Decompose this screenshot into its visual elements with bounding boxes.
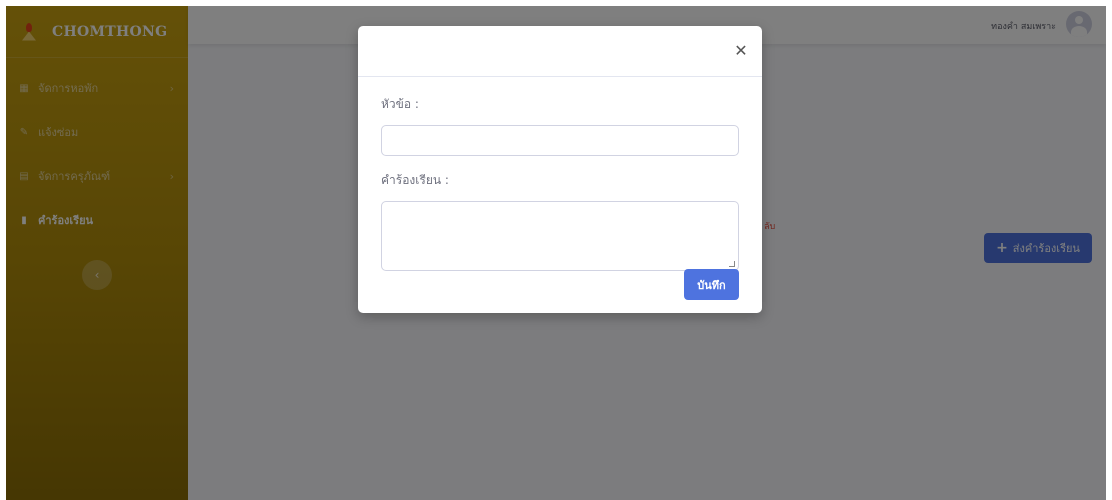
resize-handle-icon[interactable] bbox=[729, 261, 735, 267]
app-window: CHOMTHONG ▦ จัดการหอพัก › ✎ แจ้งซ่อม ▤ จ… bbox=[6, 6, 1106, 500]
complaint-modal: ✕ หัวข้อ : คำร้องเรียน : บันทึก bbox=[358, 26, 762, 313]
complaint-label: คำร้องเรียน : bbox=[381, 173, 449, 187]
title-label: หัวข้อ : bbox=[381, 97, 419, 111]
modal-body: หัวข้อ : คำร้องเรียน : bbox=[358, 77, 762, 271]
title-input[interactable] bbox=[381, 125, 739, 156]
modal-header: ✕ bbox=[358, 26, 762, 77]
complaint-textarea[interactable] bbox=[381, 201, 739, 271]
close-icon[interactable]: ✕ bbox=[733, 43, 749, 59]
save-button[interactable]: บันทึก bbox=[684, 269, 739, 300]
